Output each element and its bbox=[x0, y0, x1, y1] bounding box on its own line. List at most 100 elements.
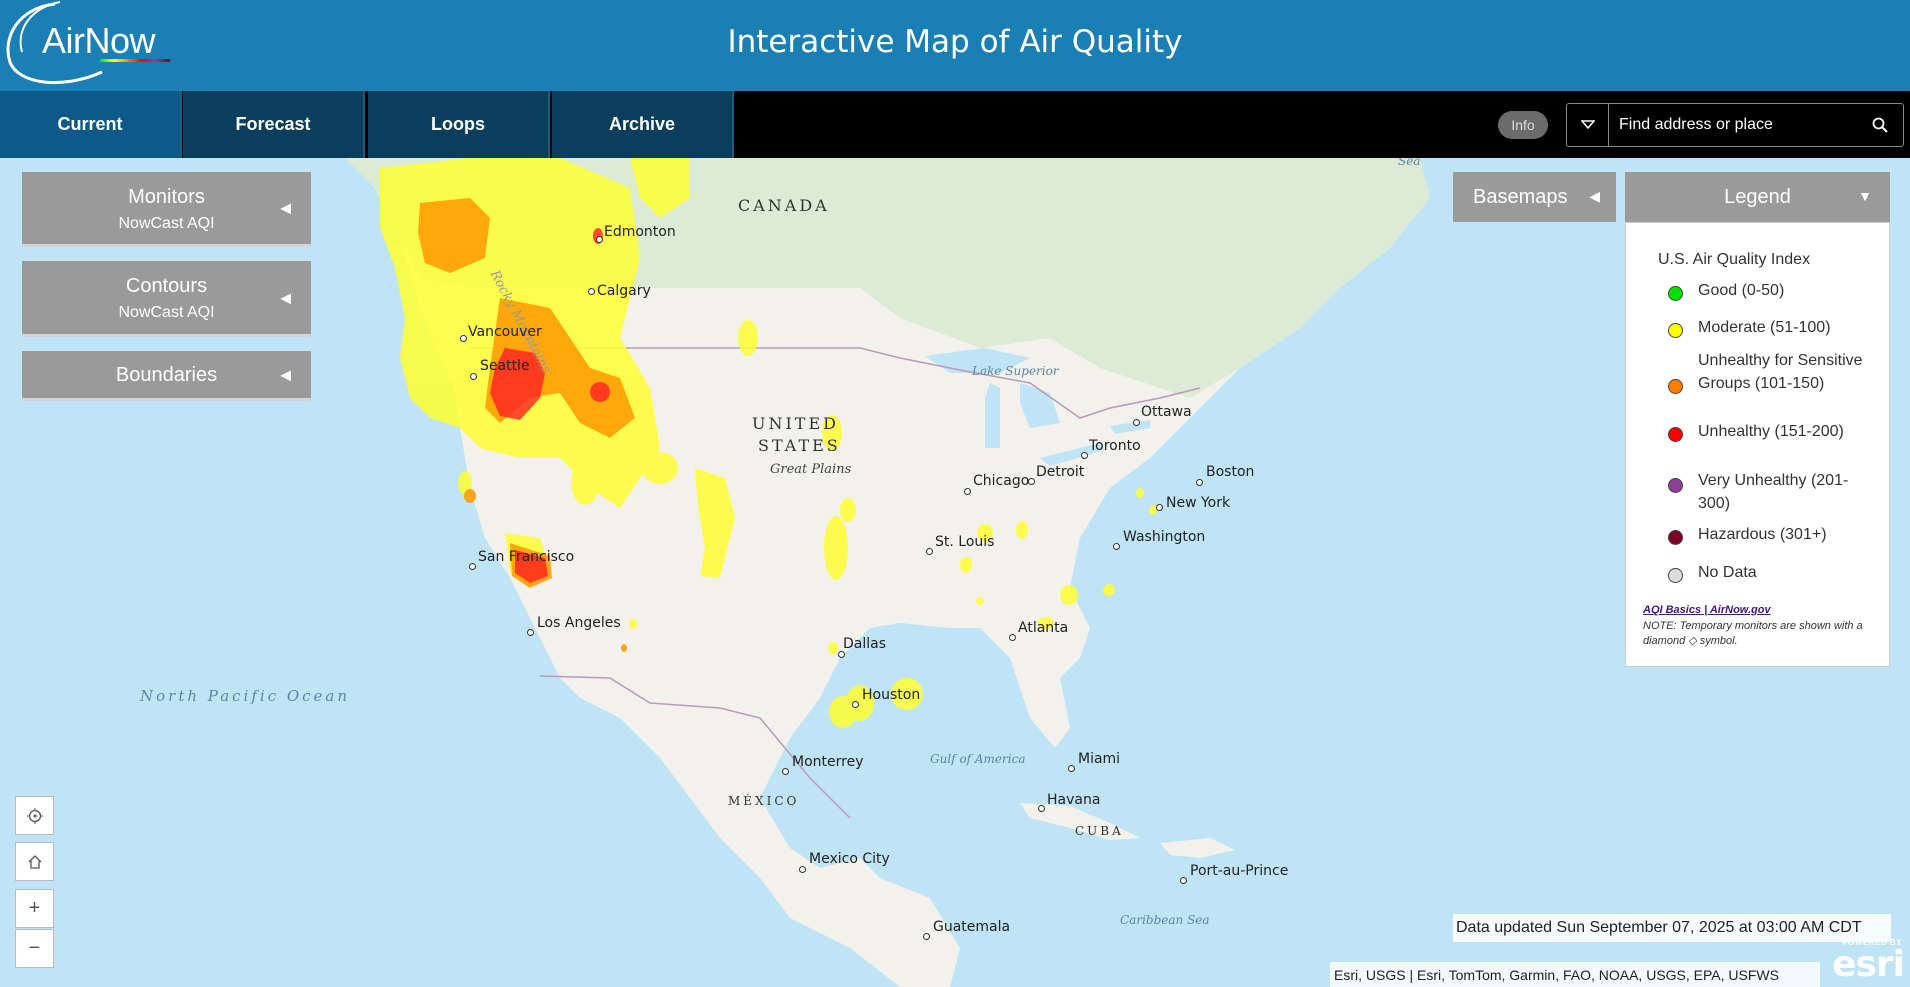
legend-label: Very Unhealthy (201-300) bbox=[1698, 472, 1849, 512]
city-los-angeles: Los Angeles bbox=[537, 615, 621, 631]
label-lake-superior: Lake Superior bbox=[972, 364, 1059, 378]
city-dot bbox=[1038, 805, 1045, 812]
info-button[interactable]: Info bbox=[1498, 111, 1548, 139]
zoom-in-button[interactable]: + bbox=[15, 889, 54, 928]
legend-label: No Data bbox=[1698, 564, 1757, 581]
tab-loops[interactable]: Loops bbox=[368, 91, 550, 158]
aqi-basics-link[interactable]: AQI Basics | AirNow.gov bbox=[1643, 604, 1771, 616]
city-vancouver: Vancouver bbox=[468, 324, 542, 340]
label-states: STATES bbox=[758, 436, 841, 455]
nav-bar: Current Forecast Loops Archive Info bbox=[0, 91, 1910, 158]
city-dot bbox=[1028, 478, 1035, 485]
city-dot bbox=[799, 866, 806, 873]
collapse-down-icon: ▼ bbox=[1858, 188, 1872, 204]
city-monterrey: Monterrey bbox=[792, 754, 864, 770]
land-hispaniola bbox=[1160, 838, 1235, 858]
city-guatemala: Guatemala bbox=[933, 919, 1011, 935]
city-dot bbox=[838, 651, 845, 658]
city-new-york: New York bbox=[1166, 495, 1231, 511]
city-houston: Houston bbox=[862, 687, 921, 703]
city-dot bbox=[588, 288, 595, 295]
esri-logo[interactable]: POWERED BY esri bbox=[1832, 938, 1908, 986]
legend-note: NOTE: Temporary monitors are shown with … bbox=[1643, 620, 1863, 647]
city-washington: Washington bbox=[1123, 529, 1206, 545]
city-chicago: Chicago bbox=[973, 473, 1030, 489]
search-source-dropdown[interactable] bbox=[1567, 104, 1609, 146]
city-dot bbox=[964, 488, 971, 495]
legend-label: Moderate (51-100) bbox=[1698, 319, 1831, 336]
city-dot bbox=[596, 236, 603, 243]
data-updated-text: Data updated Sun September 07, 2025 at 0… bbox=[1453, 914, 1891, 942]
city-toronto: Toronto bbox=[1089, 438, 1141, 454]
legend-panel: U.S. Air Quality Index Good (0-50) Moder… bbox=[1625, 222, 1890, 667]
city-dot bbox=[470, 373, 477, 380]
legend-header[interactable]: Legend ▼ bbox=[1625, 172, 1890, 222]
label-north-pacific-ocean: North Pacific Ocean bbox=[140, 687, 351, 705]
map-attribution[interactable]: Esri, USGS | Esri, TomTom, Garmin, FAO, … bbox=[1330, 962, 1820, 987]
contours-title: Contours bbox=[125, 275, 208, 297]
legend-label: Hazardous (301+) bbox=[1698, 526, 1827, 543]
city-dot bbox=[1068, 765, 1075, 772]
legend-dot bbox=[1668, 286, 1683, 301]
legend-label: Unhealthy (151-200) bbox=[1698, 423, 1844, 440]
city-boston: Boston bbox=[1206, 464, 1255, 480]
city-dot bbox=[923, 933, 930, 940]
city-dot bbox=[782, 768, 789, 775]
city-havana: Havana bbox=[1047, 792, 1101, 808]
lake-michigan bbox=[985, 383, 1000, 448]
label-great-plains: Great Plains bbox=[770, 462, 852, 477]
city-atlanta: Atlanta bbox=[1018, 620, 1069, 636]
contours-panel[interactable]: Contours NowCast AQI ◀ bbox=[22, 261, 311, 337]
label-gulf-of-america: Gulf of America bbox=[930, 752, 1026, 766]
city-san-francisco: San Francisco bbox=[478, 549, 575, 565]
legend-dot bbox=[1668, 478, 1683, 493]
home-icon bbox=[28, 854, 41, 869]
city-dot bbox=[852, 701, 859, 708]
legend-label: Good (0-50) bbox=[1698, 282, 1785, 299]
legend-dot bbox=[1668, 323, 1683, 338]
tab-forecast[interactable]: Forecast bbox=[183, 91, 365, 158]
monitors-title: Monitors bbox=[128, 186, 205, 208]
search-icon bbox=[1872, 117, 1888, 133]
basemaps-label: Basemaps bbox=[1473, 185, 1568, 208]
label-sea: Sea bbox=[1398, 158, 1421, 168]
city-st-louis: St. Louis bbox=[935, 534, 995, 550]
city-mexico-city: Mexico City bbox=[809, 851, 890, 867]
legend-header-label: Legend bbox=[1724, 185, 1791, 208]
city-miami: Miami bbox=[1078, 751, 1121, 767]
tab-current[interactable]: Current bbox=[0, 91, 182, 158]
legend-label: Unhealthy for Sensitive Groups (101-150) bbox=[1698, 352, 1863, 392]
zoom-out-button[interactable]: − bbox=[15, 929, 54, 968]
city-calgary: Calgary bbox=[597, 283, 651, 299]
esri-text: esri bbox=[1832, 944, 1905, 985]
locate-button[interactable] bbox=[15, 796, 54, 835]
search-button[interactable] bbox=[1865, 104, 1895, 146]
boundaries-panel[interactable]: Boundaries ◀ bbox=[22, 351, 311, 401]
city-dot bbox=[1180, 877, 1187, 884]
city-dot bbox=[1081, 452, 1088, 459]
city-dallas: Dallas bbox=[843, 636, 887, 652]
legend-dot bbox=[1668, 530, 1683, 545]
search-input[interactable] bbox=[1619, 104, 1859, 146]
caret-down-icon bbox=[1580, 120, 1595, 130]
city-dot bbox=[469, 563, 476, 570]
boundaries-title: Boundaries bbox=[115, 364, 218, 386]
label-canada: CANADA bbox=[738, 196, 830, 215]
city-port-au-prince: Port-au-Prince bbox=[1190, 863, 1289, 879]
locate-icon bbox=[26, 807, 43, 824]
label-mexico: MÉXICO bbox=[728, 794, 800, 808]
city-detroit: Detroit bbox=[1036, 464, 1085, 480]
city-dot bbox=[926, 548, 933, 555]
home-button[interactable] bbox=[15, 842, 54, 881]
basemaps-button[interactable]: Basemaps ◀ bbox=[1453, 172, 1616, 222]
tab-archive[interactable]: Archive bbox=[552, 91, 734, 158]
legend-dot bbox=[1668, 427, 1683, 442]
label-caribbean-sea: Caribbean Sea bbox=[1120, 913, 1210, 927]
city-dot bbox=[460, 335, 467, 342]
expand-left-icon: ◀ bbox=[280, 199, 291, 216]
monitors-panel[interactable]: Monitors NowCast AQI ◀ bbox=[22, 172, 311, 247]
legend-dot bbox=[1668, 379, 1683, 394]
city-dot bbox=[1009, 634, 1016, 641]
city-ottawa: Ottawa bbox=[1141, 404, 1192, 420]
label-cuba: CUBA bbox=[1075, 824, 1124, 838]
